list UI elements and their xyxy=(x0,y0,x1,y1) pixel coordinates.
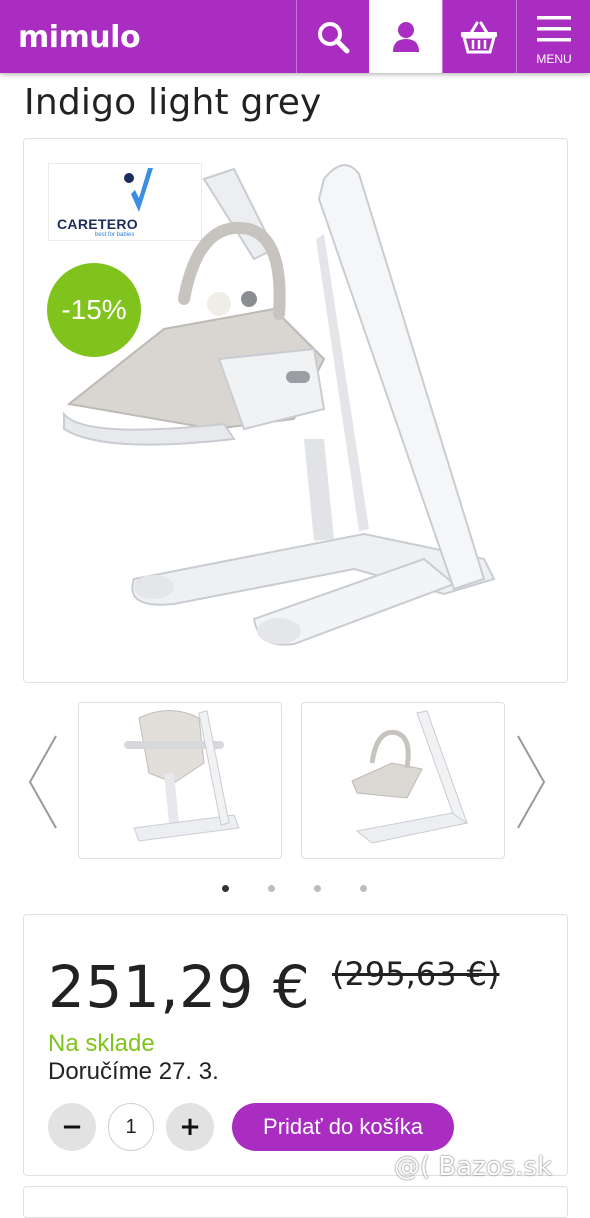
add-to-cart-button[interactable]: Pridať do košíka xyxy=(232,1103,454,1151)
quantity-decrement-button[interactable]: − xyxy=(48,1103,96,1151)
gallery-prev-arrow[interactable] xyxy=(24,732,60,832)
stock-status: Na sklade xyxy=(48,1030,155,1057)
cart-button[interactable] xyxy=(442,0,515,73)
old-price: (295,63 €) xyxy=(332,955,500,993)
next-section-box xyxy=(23,1186,568,1218)
basket-icon xyxy=(461,21,497,53)
quantity-input[interactable]: 1 xyxy=(108,1103,154,1151)
hamburger-icon xyxy=(537,15,571,41)
thumbnail-image-2 xyxy=(351,710,469,844)
watermark: @( Bazos.sk xyxy=(394,1152,553,1182)
search-icon xyxy=(318,21,350,53)
price-box: 251,29 € (295,63 €) Na sklade Doručíme 2… xyxy=(23,914,568,1176)
current-price: 251,29 € xyxy=(48,953,311,1021)
gallery-dot-1[interactable] xyxy=(222,885,229,892)
gallery-thumbnail-2[interactable] xyxy=(301,702,505,859)
thumbnail-image-1 xyxy=(124,710,240,842)
search-button[interactable] xyxy=(296,0,369,73)
site-logo[interactable]: mimulo xyxy=(18,20,141,56)
gallery-next-arrow[interactable] xyxy=(514,732,550,832)
user-icon xyxy=(393,21,419,52)
product-title: Indigo light grey xyxy=(24,82,322,123)
gallery-dot-4[interactable] xyxy=(360,885,367,892)
gallery-dot-2[interactable] xyxy=(268,885,275,892)
gallery-dot-3[interactable] xyxy=(314,885,321,892)
product-main-image[interactable]: CARETERO best for babies -15% xyxy=(23,138,568,683)
gallery-thumbnail-1[interactable] xyxy=(78,702,282,859)
site-header: mimulo MENU xyxy=(0,0,590,73)
menu-button[interactable]: MENU xyxy=(516,0,590,73)
delivery-date: Doručíme 27. 3. xyxy=(48,1058,219,1085)
menu-label: MENU xyxy=(536,52,572,66)
account-button[interactable] xyxy=(369,0,442,73)
product-image xyxy=(63,164,496,646)
quantity-increment-button[interactable]: + xyxy=(166,1103,214,1151)
